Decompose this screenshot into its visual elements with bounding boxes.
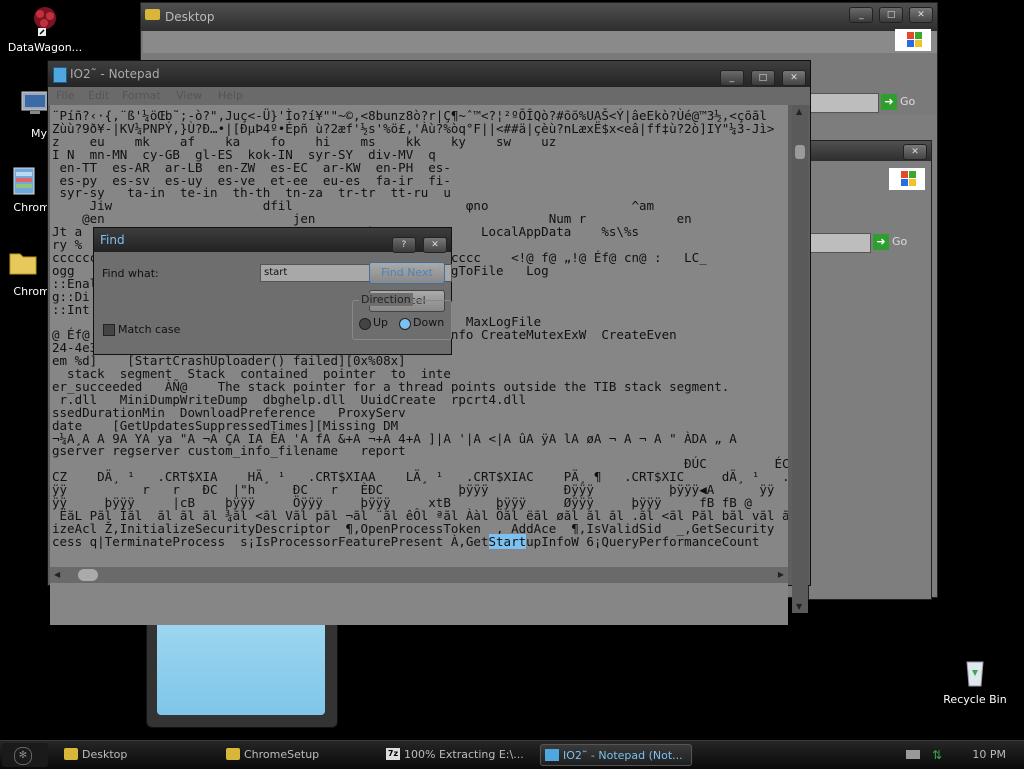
- explorer-menubar: [143, 31, 937, 53]
- find-what-label: Find what:: [102, 267, 159, 280]
- explorer-titlebar[interactable]: Desktop _ □ ✕: [141, 3, 937, 31]
- explorer2-titlebar[interactable]: ✕: [809, 141, 931, 161]
- scroll-up-icon[interactable]: ▲: [796, 107, 802, 116]
- minimize-button[interactable]: _: [719, 70, 744, 86]
- keyboard-icon[interactable]: [906, 750, 920, 759]
- close-button[interactable]: ✕: [909, 7, 933, 23]
- folder-icon: [226, 748, 240, 760]
- notepad-text-area[interactable]: ¨Píñ?‹·{,¨ß'¼öŒb˜;-ò?",Juç<-Ü}'Ìo?í¥""~©…: [50, 105, 788, 625]
- start-orb-icon: ✻: [14, 747, 32, 765]
- menu-format[interactable]: Format: [122, 89, 161, 102]
- clock[interactable]: 10 PM: [972, 748, 1006, 761]
- windows-logo-icon: [889, 168, 925, 190]
- explorer-window-chromesetup[interactable]: ✕ ➜ Go: [808, 140, 932, 600]
- desktop-icon-recycle-bin[interactable]: Recycle Bin: [930, 656, 1020, 706]
- menu-help[interactable]: Help: [218, 89, 243, 102]
- direction-up-radio[interactable]: [359, 318, 371, 330]
- notepad-icon: [53, 67, 67, 83]
- taskbar-item-desktop[interactable]: Desktop: [60, 744, 210, 766]
- match-case-label: Match case: [118, 323, 181, 336]
- direction-label: Direction: [359, 293, 413, 306]
- scroll-thumb[interactable]: [795, 145, 805, 159]
- go-button[interactable]: ➜ Go: [873, 234, 907, 250]
- desktop-icon-label: DataWagon...: [7, 41, 83, 54]
- match-case-checkbox[interactable]: [103, 324, 115, 336]
- up-label: Up: [373, 316, 389, 329]
- scroll-down-icon[interactable]: ▼: [796, 602, 802, 611]
- notepad-menubar: File Edit Format View Help: [48, 87, 810, 105]
- menu-file[interactable]: File: [56, 89, 74, 102]
- 7zip-icon: 7z: [386, 748, 400, 760]
- scroll-left-icon[interactable]: ◀: [54, 570, 60, 579]
- dialog-title: Find: [100, 233, 125, 247]
- notepad-icon: [545, 749, 559, 761]
- close-button[interactable]: ✕: [782, 70, 806, 86]
- maximize-button[interactable]: □: [879, 7, 904, 23]
- folder-icon: [145, 9, 160, 20]
- menu-view[interactable]: View: [176, 89, 202, 102]
- window-title: IO2˜ - Notepad: [70, 67, 160, 81]
- taskbar: ✻ Desktop ChromeSetup 7z 100% Extracting…: [0, 740, 1024, 769]
- datawagon-icon: [28, 4, 62, 38]
- help-button[interactable]: ?: [391, 237, 416, 253]
- find-next-button[interactable]: Find Next: [369, 262, 445, 284]
- menu-edit[interactable]: Edit: [88, 89, 109, 102]
- find-dialog[interactable]: Find ? ✕ Find what: start Find Next Canc…: [93, 227, 452, 355]
- maximize-button[interactable]: □: [750, 70, 775, 86]
- hscroll-thumb[interactable]: [78, 569, 98, 581]
- minimize-button[interactable]: _: [849, 7, 874, 23]
- windows-logo-icon: [895, 29, 931, 51]
- start-button[interactable]: ✻: [2, 743, 48, 767]
- go-arrow-icon: ➜: [873, 234, 889, 250]
- taskbar-item-chromesetup[interactable]: ChromeSetup: [222, 744, 372, 766]
- system-tray: ⇅ 10 PM: [906, 741, 1024, 769]
- find-dialog-titlebar[interactable]: Find ? ✕: [94, 228, 451, 253]
- scroll-right-icon[interactable]: ▶: [778, 570, 784, 579]
- desktop-icon-datawagon[interactable]: DataWagon...: [0, 4, 90, 54]
- notepad-titlebar[interactable]: IO2˜ - Notepad _ □ ✕: [48, 61, 810, 87]
- close-button[interactable]: ✕: [423, 237, 447, 253]
- close-button[interactable]: ✕: [903, 144, 927, 160]
- taskbar-item-7zip-extracting[interactable]: 7z 100% Extracting E:\...: [382, 744, 532, 766]
- folder-icon: [64, 748, 78, 760]
- text-line: cess q|TerminateProcess s¡IsProcessorFea…: [52, 533, 760, 549]
- go-arrow-icon: ➜: [881, 94, 897, 110]
- taskbar-item-notepad[interactable]: IO2˜ - Notepad (Not...: [540, 744, 692, 766]
- address-bar[interactable]: [809, 233, 871, 253]
- go-button[interactable]: ➜ Go: [881, 94, 915, 110]
- chrome-setup-icon: [6, 164, 40, 198]
- recycle-bin-icon: [958, 656, 992, 690]
- address-bar[interactable]: [809, 93, 879, 113]
- desktop-icon-label: Recycle Bin: [943, 693, 1007, 706]
- direction-down-radio[interactable]: [399, 318, 411, 330]
- down-label: Down: [413, 316, 445, 329]
- network-icon[interactable]: ⇅: [932, 748, 946, 762]
- vertical-scrollbar[interactable]: ▲ ▼: [792, 105, 808, 613]
- desktop: DataWagon... Myc Chrome Chrome Recycle B…: [0, 0, 1024, 740]
- search-match-highlight: Start: [488, 533, 527, 549]
- horizontal-scrollbar[interactable]: ◀ ▶: [50, 567, 788, 583]
- folder-icon: [6, 248, 40, 282]
- direction-group: Direction Up Down: [352, 293, 452, 340]
- window-title: Desktop: [165, 10, 215, 24]
